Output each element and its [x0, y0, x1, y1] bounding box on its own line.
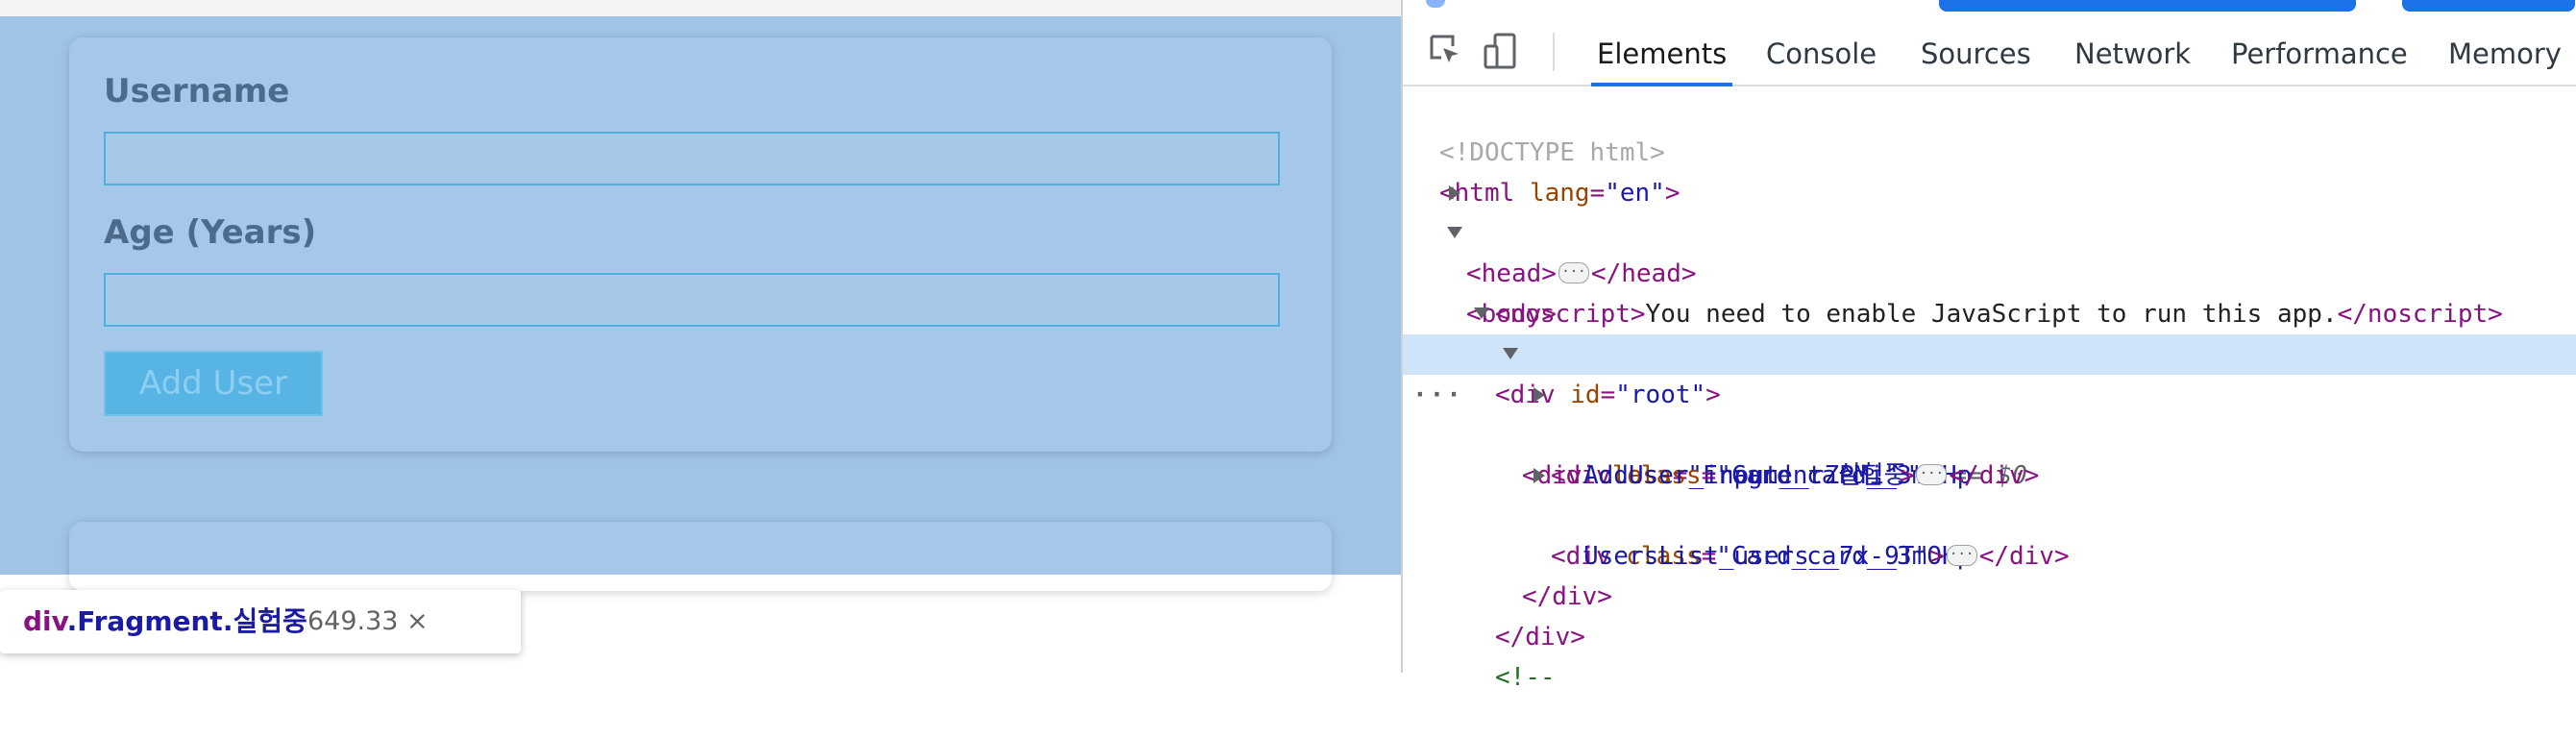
username-input[interactable] [104, 132, 1280, 185]
dom-line-card2[interactable]: <div class="Card_card__3mOHp [1403, 455, 2576, 571]
devtools-panel: Elements Console Sources Network Perform… [1401, 0, 2576, 692]
dom-line-fragment-close[interactable]: </div> [1403, 536, 2576, 611]
dom-line-head[interactable]: <head> ··· </head> [1403, 173, 2576, 288]
comment-open: <!-- [1495, 663, 1556, 692]
add-user-button[interactable]: Add User [104, 351, 323, 416]
top-banner-button[interactable] [1939, 0, 2356, 12]
dom-line-card2-cont[interactable]: UsersList_users__7x-9T"> ··· </div> [1403, 496, 2576, 571]
users-list-card [69, 522, 1332, 591]
expand-head-icon[interactable] [1449, 185, 1460, 201]
age-input[interactable] [104, 273, 1280, 327]
top-banner-button-secondary[interactable] [2402, 0, 2575, 12]
dom-line-root[interactable]: <div id="root"> [1403, 294, 2576, 409]
dom-line-noscript[interactable]: <noscript>You need to enable JavaScript … [1403, 254, 2576, 329]
dom-line-card1[interactable]: <div class="Card_card__3mOHp [1403, 375, 2576, 490]
devtools-toolbar: Elements Console Sources Network Perform… [1403, 0, 2576, 86]
dom-line-doctype[interactable]: <!DOCTYPE html> [1403, 92, 2576, 167]
dom-line-card1-cont[interactable]: AddUser_input__rZPMi"> ··· </div> [1403, 415, 2576, 490]
top-indicator [1426, 0, 1445, 8]
inspect-element-icon[interactable] [1428, 33, 1462, 67]
tab-network[interactable]: Network [2069, 27, 2196, 83]
tab-performance[interactable]: Performance [2225, 27, 2414, 83]
age-label: Age (Years) [104, 213, 317, 252]
dom-line-html[interactable]: <html lang="en"> [1403, 133, 2576, 208]
toolbar-separator [1553, 33, 1555, 71]
page-viewport: Username Age (Years) Add User div.Fragme… [0, 0, 1401, 673]
inspect-highlight-overlay: Username Age (Years) Add User [0, 16, 1401, 591]
expand-card2-icon[interactable] [1533, 468, 1545, 483]
tab-memory[interactable]: Memory [2442, 27, 2567, 83]
tooltip-size: 649.33 × 257.58 [307, 606, 429, 673]
page-top-strip [0, 0, 1401, 16]
collapse-root-icon[interactable] [1474, 308, 1489, 319]
dom-line-comment[interactable]: <!-- [1403, 617, 2576, 692]
tab-sources[interactable]: Sources [1915, 27, 2037, 83]
tooltip-class: .Fragment.실험중 [66, 605, 307, 637]
expand-card1-icon[interactable] [1533, 387, 1545, 403]
tooltip-selector: div.Fragment.실험중 [23, 590, 307, 653]
device-toolbar-icon[interactable] [1484, 33, 1518, 69]
dom-tree: <!DOCTYPE html> <html lang="en"> <head> ·… [1403, 92, 2576, 692]
dom-line-body[interactable]: <body> [1403, 213, 2576, 329]
add-user-card: Username Age (Years) Add User [69, 37, 1332, 452]
dom-line-root-close[interactable]: </div> [1403, 577, 2576, 652]
tab-elements[interactable]: Elements [1591, 27, 1733, 86]
collapse-fragment-icon[interactable] [1503, 348, 1518, 359]
inspect-tooltip: div.Fragment.실험중 649.33 × 257.58 [0, 590, 521, 673]
dom-line-fragment-selected[interactable]: ··· <div class="Fragment 실험중"> == $0 [1403, 334, 2576, 490]
tab-console[interactable]: Console [1760, 27, 1882, 83]
collapse-body-icon[interactable] [1447, 227, 1462, 238]
username-label: Username [104, 72, 290, 111]
tooltip-tag: div [23, 605, 67, 637]
